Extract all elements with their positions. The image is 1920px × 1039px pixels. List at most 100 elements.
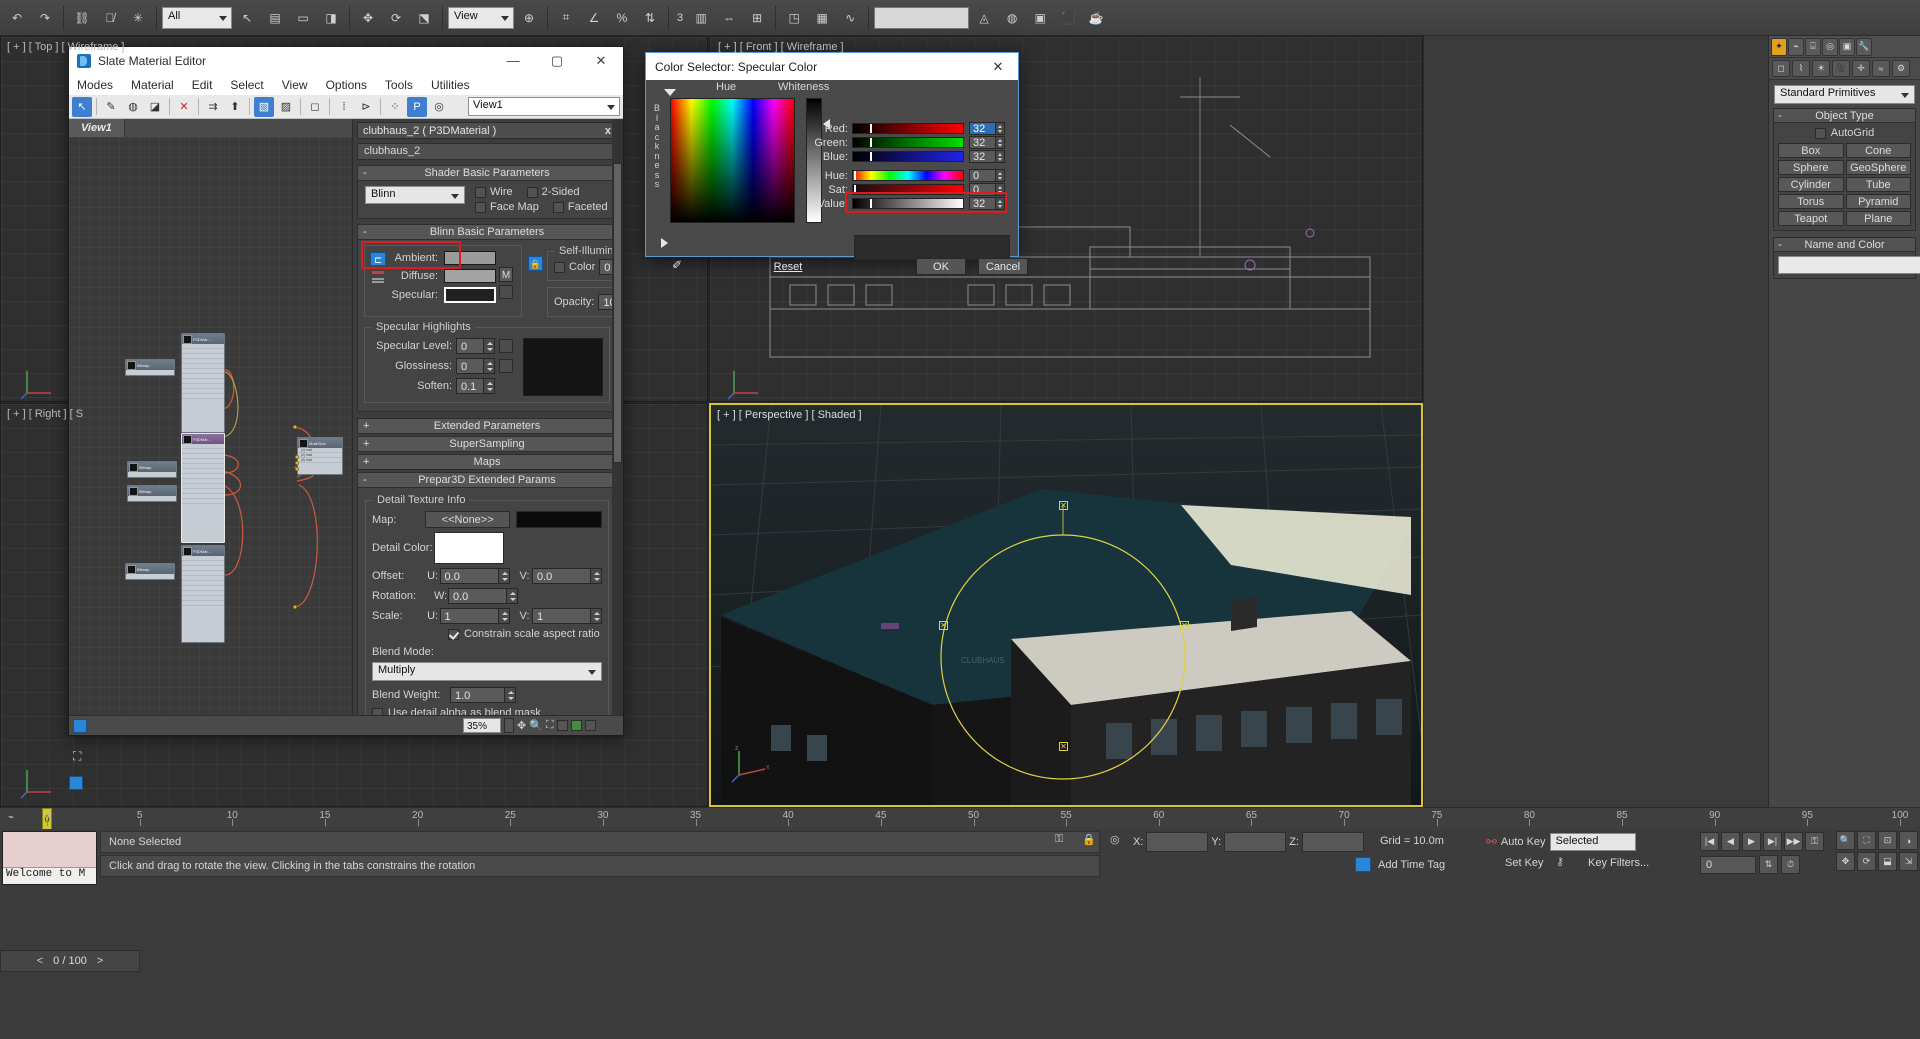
set-key-label[interactable]: Set Key (1505, 857, 1544, 869)
menu-utilities[interactable]: Utilities (431, 78, 470, 92)
rollout-expander[interactable]: + (363, 420, 369, 432)
spinner-snap-icon[interactable]: ⇅ (637, 5, 663, 31)
window-crossing-icon[interactable]: ◨ (318, 5, 344, 31)
glossiness-value[interactable]: 0 (456, 358, 484, 374)
cameras-icon[interactable]: 🎥 (1832, 60, 1850, 77)
select-by-name-icon[interactable]: ▤ (262, 5, 288, 31)
slate-node-view[interactable]: View1 Bitmap Bitmap Bitmap Bitmap P3DMat… (69, 119, 353, 735)
blue-slider-marker[interactable] (870, 152, 872, 161)
rollout-expander[interactable]: - (363, 226, 367, 238)
specular-color-swatch[interactable] (444, 287, 496, 303)
lock-ambient-diffuse-icon[interactable]: 🔒 (528, 256, 543, 271)
pan-view-icon[interactable]: ✥ (1836, 852, 1855, 871)
create-box-button[interactable]: Box (1778, 143, 1844, 158)
specular-level-spinner[interactable]: 0 (456, 338, 495, 354)
object-category-combo[interactable]: Standard Primitives (1774, 85, 1915, 104)
mirror-icon[interactable]: ⇔ (716, 5, 742, 31)
show-end-result-icon[interactable]: ◻ (305, 97, 325, 117)
zoom-extents-icon[interactable]: ⛶ (546, 719, 554, 732)
node-port[interactable] (293, 605, 297, 609)
diffuse-map-button[interactable]: M (499, 267, 513, 282)
constrain-scale-row[interactable]: Constrain scale aspect ratio (372, 628, 602, 640)
specular-level-spin-buttons[interactable] (484, 338, 495, 354)
red-slider-marker[interactable] (870, 124, 872, 133)
specular-level-map-button[interactable] (499, 339, 513, 353)
menu-select[interactable]: Select (230, 78, 263, 92)
tab-create[interactable]: ✦ (1771, 37, 1787, 56)
eyedropper-icon[interactable]: ✐ (672, 258, 687, 273)
tab-utilities[interactable]: 🔧 (1856, 37, 1872, 56)
options-icon[interactable] (584, 720, 596, 731)
menu-edit[interactable]: Edit (192, 78, 213, 92)
offset-u-value[interactable]: 0.0 (439, 568, 499, 584)
red-value[interactable]: 32 (969, 122, 996, 135)
rectangle-selection-region-icon[interactable]: ▭ (290, 5, 316, 31)
soften-spin-buttons[interactable] (484, 378, 495, 394)
slate-tab-view1[interactable]: View1 (69, 119, 125, 137)
constrain-scale-checkbox[interactable] (448, 628, 459, 640)
bind-space-warp-icon[interactable]: ✳ (125, 5, 151, 31)
rollout-maps-header[interactable]: + Maps (357, 454, 617, 470)
blend-weight-spin-buttons[interactable] (505, 687, 516, 703)
create-geosphere-button[interactable]: GeoSphere (1845, 160, 1911, 175)
viewport-perspective[interactable]: CLUBHAUS ✕ ✕ ✕ ✕ [ + ] [ Perspective ] [… (709, 403, 1423, 807)
bitmap-node[interactable]: Bitmap (125, 563, 175, 580)
hue-value[interactable]: 0 (969, 169, 996, 182)
rotation-w-spinner[interactable]: 0.0 (448, 588, 518, 604)
put-material-to-library-icon[interactable]: ⬆ (225, 97, 245, 117)
rollout-prepar3d-header[interactable]: - Prepar3D Extended Params (357, 472, 617, 488)
value-slider-marker[interactable] (870, 199, 872, 208)
shapes-icon[interactable]: ⌇ (1792, 60, 1810, 77)
key-filters-button[interactable]: Key Filters... (1588, 857, 1649, 869)
zoom-extents-icon[interactable]: ⊡ (1878, 831, 1897, 850)
key-toggle-icon[interactable]: ⚯ (1486, 834, 1497, 850)
rollout-expander[interactable]: - (363, 167, 367, 179)
z-field[interactable] (1301, 832, 1364, 852)
glossiness-spin-buttons[interactable] (484, 358, 495, 374)
blend-weight-value[interactable]: 1.0 (450, 687, 505, 703)
faceted-checkbox[interactable] (552, 201, 564, 213)
zoom-icon[interactable]: 🔍 (1836, 831, 1855, 850)
frame-spinner-icon[interactable]: ⇅ (1759, 855, 1778, 874)
rollout-shader-basic-header[interactable]: - Shader Basic Parameters (357, 165, 617, 181)
orbit-icon[interactable]: ⟳ (1857, 852, 1876, 871)
material-name-field[interactable]: clubhaus_2 (357, 143, 617, 160)
show-shaded-material-icon[interactable]: ◪ (145, 97, 165, 117)
show-map-icon[interactable] (570, 720, 582, 731)
blend-mode-combo[interactable]: Multiply (372, 662, 602, 681)
sat-value[interactable]: 0 (969, 183, 996, 196)
parameter-editor-icon[interactable]: P (407, 96, 427, 117)
maximize-viewport-icon[interactable]: ⛶ (73, 749, 81, 764)
key-mode-icon[interactable]: ⚿ (1055, 833, 1063, 846)
self-illum-color-checkbox[interactable] (554, 261, 565, 273)
parameter-panel-scrollbar[interactable] (612, 119, 623, 715)
tab-display[interactable]: ▣ (1839, 37, 1855, 56)
select-and-move-icon[interactable]: ✥ (355, 5, 381, 31)
ok-button[interactable]: OK (916, 258, 966, 275)
edit-named-selection-icon[interactable]: ▥ (688, 5, 714, 31)
hue-saturation-field[interactable] (670, 98, 795, 223)
angle-snap-icon[interactable]: ∠ (581, 5, 607, 31)
render-production-icon[interactable]: ☕ (1083, 5, 1109, 31)
close-parameter-editor-icon[interactable]: x (605, 125, 611, 137)
menu-view[interactable]: View (282, 78, 308, 92)
delete-material-icon[interactable]: ✕ (174, 97, 194, 117)
node-port[interactable] (295, 467, 299, 471)
go-to-start-icon[interactable]: |◀ (1700, 832, 1719, 851)
rotate-gizmo-handle-left[interactable]: ✕ (939, 621, 948, 630)
color-selector-title-bar[interactable]: Color Selector: Specular Color ✕ (646, 53, 1018, 80)
pan-icon[interactable]: ✥ (517, 719, 526, 732)
minimize-icon[interactable]: — (491, 47, 535, 74)
schematic-view-icon[interactable]: ◬ (971, 5, 997, 31)
rotate-gizmo-handle-right[interactable]: ✕ (1180, 621, 1189, 630)
green-spin-buttons[interactable] (996, 136, 1005, 149)
bitmap-node[interactable]: Bitmap (127, 485, 177, 502)
object-name-input[interactable] (1778, 256, 1920, 274)
node-port[interactable] (295, 455, 299, 459)
rotation-w-value[interactable]: 0.0 (448, 588, 507, 604)
key-filter-combo[interactable]: Selected (1549, 833, 1636, 851)
node-port[interactable] (293, 425, 297, 429)
zoom-level-combo[interactable]: 35% (463, 718, 501, 733)
faceted-checkbox-row[interactable]: Faceted (552, 201, 608, 213)
rollout-expander[interactable]: - (363, 474, 367, 486)
